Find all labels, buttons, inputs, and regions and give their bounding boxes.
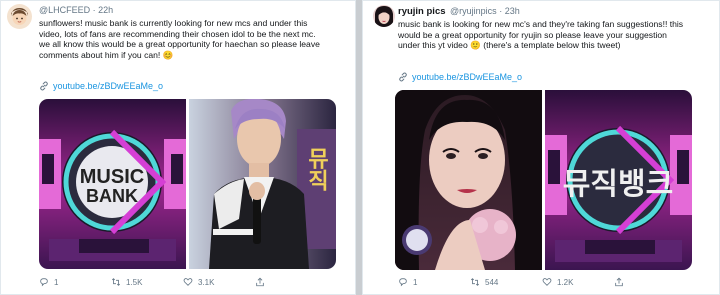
tweet-text-line: under this yt video 🙂 (there's a templat… xyxy=(398,40,621,51)
avatar[interactable] xyxy=(7,4,32,29)
tweet-text-line: music bank is looking for new mc's and t… xyxy=(398,19,684,29)
logo-text-music: MUSIC xyxy=(80,166,144,188)
username[interactable]: @ryujinpics xyxy=(450,6,497,16)
media-image-logo[interactable]: MUSIC BANK xyxy=(39,99,186,269)
reply-button[interactable]: 1 xyxy=(398,277,470,287)
link-row[interactable]: youtube.be/zBDwEEaMe_o xyxy=(39,81,163,91)
link-icon xyxy=(40,81,48,91)
logo-text-korean: 뮤직뱅크 xyxy=(563,167,673,202)
reply-count: 1 xyxy=(413,277,418,287)
link-row[interactable]: youtube.be/zBDwEEaMe_o xyxy=(398,72,522,82)
media-image-logo[interactable]: 뮤직뱅크 xyxy=(545,90,692,270)
tweet-text: sunflowers! music bank is currently look… xyxy=(39,18,349,60)
tweet-header: ryujin pics @ryujinpics · 23h xyxy=(398,6,520,17)
link-text[interactable]: youtube.be/zBDwEEaMe_o xyxy=(53,81,163,91)
action-bar: 1 1.5K 3.1K xyxy=(39,277,329,287)
like-count: 1.2K xyxy=(557,277,574,287)
timestamp[interactable]: 23h xyxy=(505,6,520,16)
retweet-icon xyxy=(470,278,480,286)
reply-count: 1 xyxy=(54,277,59,287)
like-button[interactable]: 3.1K xyxy=(183,277,255,287)
tweet-text-line: we all know this would be a great opport… xyxy=(39,39,320,50)
reply-button[interactable]: 1 xyxy=(39,277,111,287)
retweet-button[interactable]: 1.5K xyxy=(111,277,183,287)
media-grid[interactable]: MUSIC BANK 뮤직 xyxy=(39,99,336,269)
share-button[interactable] xyxy=(614,277,686,287)
tweet-text-line: would be a great opportunity for ryujin … xyxy=(398,29,667,40)
tweet-text-line: sunflowers! music bank is currently look… xyxy=(39,18,308,28)
retweet-count: 1.5K xyxy=(126,277,143,287)
reply-icon xyxy=(40,278,48,287)
media-grid[interactable]: 뮤직뱅크 xyxy=(395,90,692,270)
logo-text-bank: BANK xyxy=(86,186,138,206)
tweet-ryujinpics[interactable]: ryujin pics @ryujinpics · 23h music bank… xyxy=(362,0,720,295)
tweet-lhcfeed[interactable]: @LHCFEED · 22h sunflowers! music bank is… xyxy=(0,0,356,295)
link-text[interactable]: youtube.be/zBDwEEaMe_o xyxy=(412,72,522,82)
retweet-count: 544 xyxy=(485,277,499,287)
timestamp[interactable]: 22h xyxy=(98,5,113,15)
tweet-text-line: video, lots of fans are recommending the… xyxy=(39,28,316,39)
retweet-button[interactable]: 544 xyxy=(470,277,542,287)
action-bar: 1 544 1.2K xyxy=(398,277,688,287)
like-icon xyxy=(183,278,193,286)
display-name[interactable]: ryujin pics xyxy=(398,6,446,17)
media-image-person[interactable]: 뮤직 xyxy=(189,99,336,269)
username[interactable]: @LHCFEED xyxy=(39,5,90,15)
side-text: 뮤직 xyxy=(304,147,329,191)
media-image-portrait[interactable] xyxy=(395,90,542,270)
tweet-text: music bank is looking for new mc's and t… xyxy=(398,19,714,51)
reply-icon xyxy=(399,278,407,287)
tweet-header: @LHCFEED · 22h xyxy=(39,5,114,15)
tweet-text-line: comments about him if you can! 😊 xyxy=(39,49,174,60)
share-icon xyxy=(256,277,264,287)
share-icon xyxy=(615,277,623,287)
link-icon xyxy=(399,72,407,82)
share-button[interactable] xyxy=(255,277,327,287)
like-icon xyxy=(542,278,552,286)
avatar[interactable] xyxy=(373,5,395,27)
like-button[interactable]: 1.2K xyxy=(542,277,614,287)
retweet-icon xyxy=(111,278,121,286)
like-count: 3.1K xyxy=(198,277,215,287)
